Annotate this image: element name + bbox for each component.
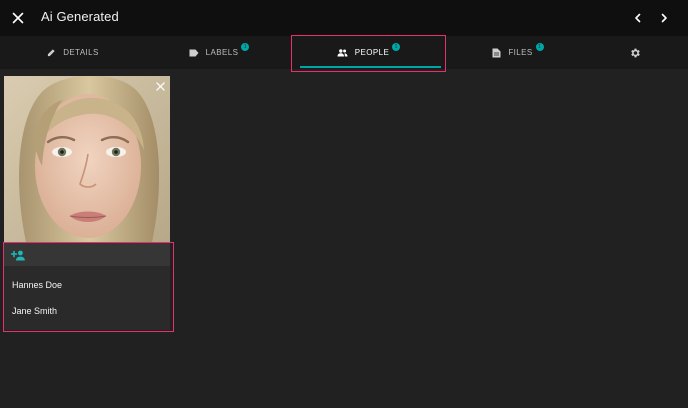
tab-label: DETAILS (63, 48, 99, 57)
top-bar: Ai Generated (0, 0, 688, 36)
close-button[interactable] (8, 8, 28, 28)
count-badge: 1 (535, 42, 544, 51)
page-title: Ai Generated (41, 9, 119, 24)
close-icon (12, 12, 24, 24)
face-photo[interactable] (4, 76, 170, 242)
count-badge: 1 (392, 42, 401, 51)
tab-settings[interactable] (591, 36, 678, 69)
previous-button[interactable] (628, 8, 648, 28)
tab-details[interactable]: DETAILS (0, 36, 146, 69)
remove-face-button[interactable] (154, 80, 166, 92)
label-icon (189, 49, 199, 57)
add-person-button[interactable] (4, 243, 170, 266)
tab-label: PEOPLE (354, 48, 390, 57)
tab-people[interactable]: PEOPLE 1 (292, 36, 445, 69)
tab-bar: DETAILS LABELS 1 PEOPLE 1 FILES 1 (0, 36, 688, 69)
tab-labels[interactable]: LABELS 1 (146, 36, 292, 69)
files-icon (492, 48, 501, 58)
tab-label: LABELS (205, 48, 239, 57)
person-name[interactable]: Hannes Doe (12, 280, 62, 290)
active-tab-indicator (300, 66, 441, 68)
gear-icon (629, 47, 641, 59)
close-icon (155, 81, 165, 91)
count-badge: 1 (241, 42, 250, 51)
next-button[interactable] (654, 8, 674, 28)
chevron-left-icon (635, 13, 641, 23)
pencil-icon (47, 48, 56, 57)
person-name[interactable]: Jane Smith (12, 306, 57, 316)
tab-label: FILES (508, 48, 533, 57)
chevron-right-icon (661, 13, 667, 23)
people-icon (337, 48, 348, 57)
person-add-icon (10, 248, 25, 266)
tab-files[interactable]: FILES 1 (445, 36, 591, 69)
